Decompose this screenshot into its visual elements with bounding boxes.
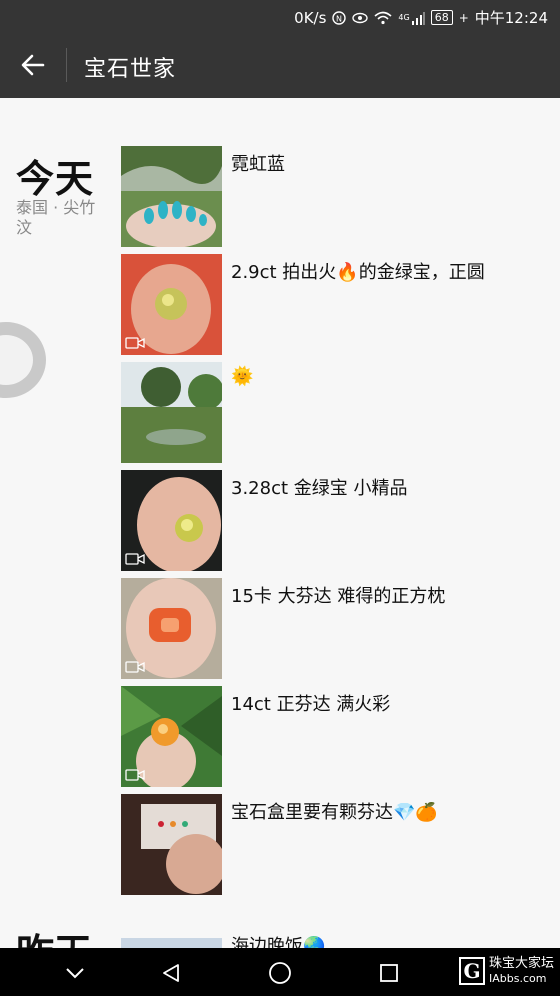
video-icon [125,769,145,781]
network-speed: 0K/s [294,8,327,27]
svg-text:N: N [336,14,342,23]
moment-post[interactable]: 3.28ct 金绿宝 小精品 [121,470,541,571]
post-thumbnail[interactable] [121,794,222,895]
post-text: 🌞 [231,366,254,387]
post-text: 2.9ct 拍出火🔥的金绿宝，正圆 [231,262,485,283]
wifi-icon [374,11,392,25]
video-icon [125,553,145,565]
date-label: 今天 [16,157,95,201]
post-text: 宝石盒里要有颗芬达💎🍊 [231,802,438,823]
navigation-bar: G 珠宝大家坛 IAbbs.com [0,948,560,996]
page-title: 宝石世家 [84,57,177,82]
post-text: 3.28ct 金绿宝 小精品 [231,478,408,499]
nav-recents-icon [380,964,398,982]
location-label: 泰国 · 尖竹汶 [16,198,96,237]
nav-recents-button[interactable] [374,958,404,988]
moments-feed[interactable]: 今天 泰国 · 尖竹汶 霓虹蓝 2.9ct 拍出火🔥的金绿宝，正圆 🌞 3.28… [0,98,560,948]
title-bar: 宝石世家 [0,32,560,98]
watermark-site: IAbbs.com [488,972,547,985]
nav-back-icon [163,964,179,982]
moment-post[interactable]: 霓虹蓝 [121,146,541,247]
post-thumbnail[interactable] [121,362,222,463]
signal-icon: 4G [398,11,425,25]
post-thumbnail[interactable] [121,938,222,948]
nav-home-button[interactable] [265,958,295,988]
next-day-section: 昨天 海边晚饭🌏 [0,930,560,948]
next-day-label: 昨天 [16,934,92,948]
watermark: G 珠宝大家坛 IAbbs.com [458,956,554,986]
moment-post[interactable]: 宝石盒里要有颗芬达💎🍊 [121,794,541,895]
battery-indicator: 68 [430,10,453,25]
nav-collapse-icon [66,968,84,979]
post-thumbnail[interactable] [121,686,222,787]
post-thumbnail[interactable] [121,578,222,679]
moment-post[interactable]: 2.9ct 拍出火🔥的金绿宝，正圆 [121,254,541,355]
moment-post[interactable]: 14ct 正芬达 满火彩 [121,686,541,787]
video-icon [125,661,145,673]
post-text: 海边晚饭🌏 [231,936,326,948]
status-bar: 0K/s N 4G 68 + 中午12:24 [0,0,560,32]
floating-ball[interactable] [0,322,46,398]
eye-icon [352,12,369,24]
watermark-title: 珠宝大家坛 [488,956,554,971]
post-thumbnail[interactable] [121,146,222,247]
watermark-logo: G [458,957,485,985]
back-button[interactable] [18,50,48,80]
post-text: 14ct 正芬达 满火彩 [231,694,391,715]
nav-home-icon [269,962,291,984]
post-text: 霓虹蓝 [231,154,285,175]
moment-post[interactable]: 15卡 大芬达 难得的正方枕 [121,578,541,679]
clock: 中午12:24 [474,9,548,27]
title-divider [66,48,67,82]
post-thumbnail[interactable] [121,470,222,571]
video-icon [125,337,145,349]
post-text: 15卡 大芬达 难得的正方枕 [231,586,446,607]
moment-post[interactable]: 🌞 [121,362,541,463]
nav-back-button[interactable] [156,958,186,988]
charging-icon: + [458,10,469,25]
back-arrow-icon [21,54,45,76]
collapse-button[interactable] [60,958,90,988]
nfc-icon: N [332,10,347,25]
post-thumbnail[interactable] [121,254,222,355]
